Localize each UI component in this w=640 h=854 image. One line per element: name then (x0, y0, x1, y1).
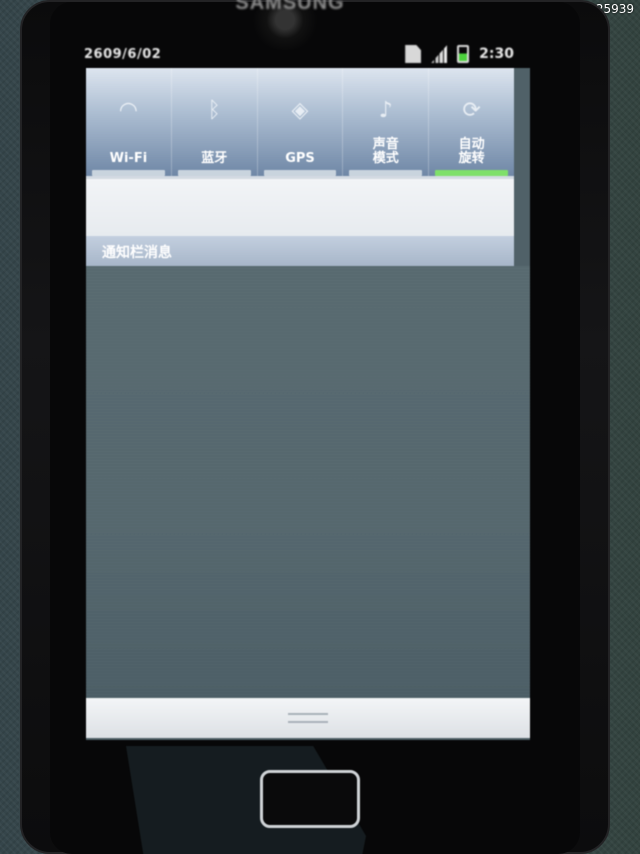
qs-label: 蓝牙 (201, 151, 228, 166)
qs-label: 声音 模式 (372, 137, 399, 166)
signal-icon (431, 45, 448, 63)
bluetooth-icon: ᛒ (207, 98, 221, 123)
qs-tile-sound[interactable]: ♪ 声音 模式 (343, 68, 430, 176)
quick-settings-panel: ◠ Wi-Fi ᛒ 蓝牙 ◈ GPS ♪ 声音 模式 ⟳ 自动 旋转 (86, 68, 514, 176)
qs-label: Wi-Fi (109, 151, 148, 166)
rotate-icon: ⟳ (462, 98, 481, 123)
battery-icon (457, 45, 470, 63)
status-bar[interactable]: 2609/6/02 2:30 (84, 40, 514, 68)
brand-logo: SAMSUNG (235, 0, 345, 14)
gps-icon: ◈ (291, 98, 309, 123)
home-button[interactable] (260, 770, 360, 828)
notifications-list (86, 266, 530, 854)
status-date: 2609/6/02 (84, 46, 162, 62)
qs-tile-gps[interactable]: ◈ GPS (258, 68, 344, 176)
shade-drag-handle[interactable] (86, 698, 530, 738)
qs-tile-rotate[interactable]: ⟳ 自动 旋转 (429, 68, 514, 176)
qs-tile-bluetooth[interactable]: ᛒ 蓝牙 (172, 68, 258, 176)
drag-handle-icon (288, 713, 328, 723)
sim-card-icon (405, 45, 422, 63)
status-time: 2:30 (479, 46, 514, 62)
sound-icon: ♪ (378, 98, 393, 123)
qs-label: GPS (285, 151, 315, 166)
qs-tile-wifi[interactable]: ◠ Wi-Fi (86, 68, 172, 176)
notification-shade: ◠ Wi-Fi ᛒ 蓝牙 ◈ GPS ♪ 声音 模式 ⟳ 自动 旋转 通知栏消息 (86, 68, 530, 854)
status-icons: 2:30 (405, 45, 514, 63)
notifications-section-header: 通知栏消息 (86, 236, 514, 266)
wifi-icon: ◠ (118, 98, 138, 123)
qs-label: 自动 旋转 (458, 137, 485, 166)
ongoing-notification-row[interactable] (86, 176, 514, 236)
